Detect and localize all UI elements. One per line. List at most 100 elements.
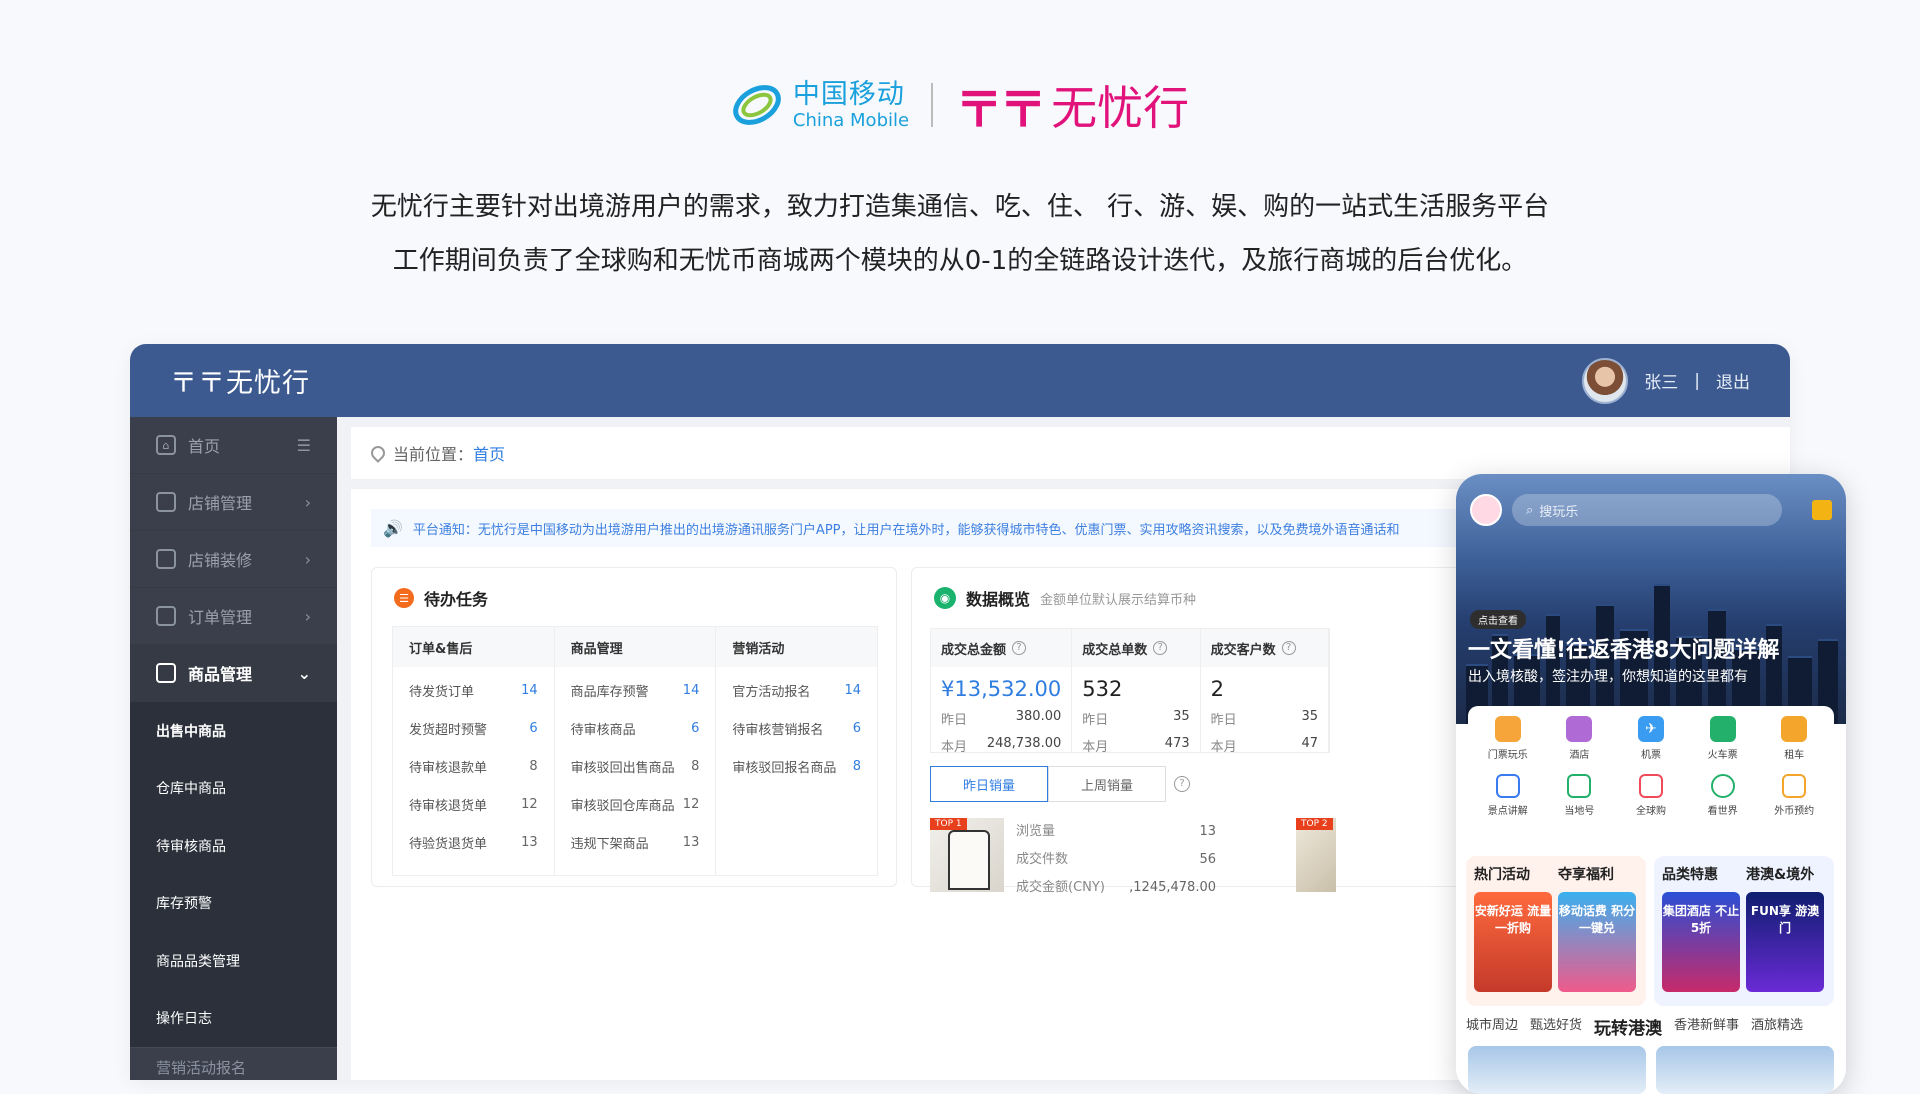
stat-sub-value: 47: [1301, 736, 1318, 751]
intro-header: 中国移动 China Mobile 〒〒 无忧行 无忧行主要针对出境游用户的需求…: [0, 0, 1920, 340]
help-icon[interactable]: ?: [1153, 641, 1168, 655]
service-label: 外币预约: [1774, 805, 1815, 817]
intro-line-1: 无忧行主要针对出境游用户的需求，致力打造集通信、吃、住、 行、游、娱、购的一站式…: [370, 192, 1550, 222]
avatar[interactable]: [1582, 357, 1629, 404]
service-car[interactable]: 租车: [1758, 716, 1830, 774]
product-image-2[interactable]: TOP 2: [1296, 818, 1336, 892]
tab-hotel-travel[interactable]: 酒旅精选: [1751, 1014, 1803, 1039]
stat-head-label: 成交总金额: [941, 642, 1007, 658]
todo-row[interactable]: 待审核退款单 8: [393, 747, 554, 785]
stat-value: ¥13,532.00: [941, 677, 1062, 701]
promo-image[interactable]: 移动话费 积分一键兑: [1558, 892, 1636, 992]
hero-banner[interactable]: ⌕ 搜玩乐 点击查看 一文看懂!往返香港8大问题详解 出入境核酸，签注办理，你想…: [1456, 474, 1846, 724]
top-product[interactable]: TOP 1 浏览量 13 成交件数 56 成交金额(CNY) ,1245,478.00: [930, 818, 1216, 902]
todo-row-label: 商品库存预警: [570, 684, 649, 700]
todo-row[interactable]: 待发货订单 14: [393, 671, 554, 709]
sidebar-sub-category[interactable]: 商品品类管理: [130, 932, 337, 990]
feed-card[interactable]: [1656, 1046, 1834, 1094]
tab-goods[interactable]: 甄选好货: [1530, 1014, 1582, 1039]
sidebar-item-shop[interactable]: 店铺管理 ›: [130, 474, 337, 531]
product-amount: ,1245,478.00: [1129, 880, 1216, 895]
hero-tag[interactable]: 点击查看: [1470, 610, 1526, 629]
notice-text: 平台通知：无忧行是中国移动为出境游用户推出的出境游通讯服务门户APP，让用户在境…: [412, 522, 1400, 538]
sidebar-sub-stock-alert[interactable]: 库存预警: [130, 874, 337, 932]
todo-row[interactable]: 待验货退货单 13: [393, 823, 554, 861]
todo-row-label: 发货超时预警: [409, 722, 488, 738]
tab-yesterday-sales[interactable]: 昨日销量: [930, 766, 1048, 802]
todo-row-label: 审核驳回报名商品: [732, 760, 837, 776]
service-ticket[interactable]: 门票玩乐: [1472, 716, 1544, 774]
tab-city[interactable]: 城市周边: [1466, 1014, 1518, 1039]
help-icon[interactable]: ?: [1012, 641, 1027, 655]
home-icon: ⌂: [156, 435, 176, 455]
breadcrumb-home-link[interactable]: 首页: [473, 441, 505, 465]
sidebar-sub-log[interactable]: 操作日志: [130, 989, 337, 1047]
sidebar-item-decor[interactable]: 店铺装修 ›: [130, 531, 337, 588]
logo-divider: [931, 83, 934, 127]
sidebar-item-label: 订单管理: [188, 608, 253, 627]
sidebar-item-home[interactable]: ⌂ 首页 ☰: [130, 417, 337, 474]
promo-image[interactable]: 集团酒店 不止5折: [1662, 892, 1740, 992]
todo-row[interactable]: 违规下架商品 13: [555, 823, 716, 861]
collapse-menu-icon[interactable]: ☰: [297, 436, 311, 455]
app-logo[interactable]: 〒〒无忧行: [170, 361, 310, 400]
todo-row[interactable]: 官方活动报名 14: [716, 671, 877, 709]
service-train[interactable]: 火车票: [1687, 716, 1759, 774]
promo-image[interactable]: FUN享 游澳门: [1746, 892, 1824, 992]
todo-row[interactable]: 待审核营销报名 6: [716, 709, 877, 747]
todo-row[interactable]: 审核驳回报名商品 8: [716, 747, 877, 785]
service-hotel[interactable]: 酒店: [1544, 716, 1616, 774]
phone-search-input[interactable]: ⌕ 搜玩乐: [1512, 494, 1782, 526]
todo-title: 待办任务: [424, 590, 489, 609]
promo-right[interactable]: 品类特惠 港澳&境外 集团酒店 不止5折 FUN享 游澳门: [1654, 856, 1834, 1006]
sidebar-sub-warehouse[interactable]: 仓库中商品: [130, 759, 337, 817]
tab-hk-macau[interactable]: 玩转港澳: [1594, 1014, 1662, 1039]
sidebar-item-orders[interactable]: 订单管理 ›: [130, 588, 337, 645]
service-global-shop[interactable]: 全球购: [1615, 773, 1687, 832]
intro-text: 无忧行主要针对出境游用户的需求，致力打造集通信、吃、住、 行、游、娱、购的一站式…: [0, 180, 1920, 288]
promo-image[interactable]: 安新好运 流量一折购: [1474, 892, 1552, 992]
train-icon: [1709, 716, 1736, 742]
todo-row-count: 12: [682, 796, 700, 812]
logout-link[interactable]: 退出: [1716, 368, 1750, 393]
tab-lastweek-sales[interactable]: 上周销量: [1048, 766, 1166, 802]
service-world[interactable]: 看世界: [1687, 773, 1759, 832]
service-label: 全球购: [1635, 805, 1666, 817]
todo-row[interactable]: 审核驳回出售商品 8: [555, 747, 716, 785]
sidebar-item-marketing[interactable]: 营销活动报名: [130, 1047, 337, 1080]
help-icon[interactable]: ?: [1281, 641, 1296, 655]
service-guide[interactable]: 景点讲解: [1472, 773, 1544, 832]
todo-row-label: 待审核退款单: [409, 760, 488, 776]
stat-customers: 成交客户数? 2 昨日 35 本月 47: [1200, 629, 1329, 755]
sidebar-sub-onsale[interactable]: 出售中商品: [130, 702, 337, 760]
service-flight[interactable]: ✈ 机票: [1615, 716, 1687, 774]
stat-sub-value: 473: [1164, 736, 1190, 751]
feed-thumbnails: [1468, 1046, 1834, 1094]
service-sim[interactable]: 当地号: [1544, 773, 1616, 832]
todo-row[interactable]: 商品库存预警 14: [555, 671, 716, 709]
feed-card[interactable]: [1468, 1046, 1646, 1094]
chevron-right-icon: ›: [304, 549, 311, 569]
todo-row[interactable]: 待审核商品 6: [555, 709, 716, 747]
eye-icon: [1710, 773, 1735, 798]
stat-sub-label: 本月: [941, 740, 968, 755]
sim-icon: [1567, 773, 1592, 798]
help-icon[interactable]: ?: [1174, 776, 1190, 792]
sidebar-item-goods[interactable]: 商品管理 ⌄: [130, 645, 337, 702]
tab-hk-news[interactable]: 香港新鲜事: [1674, 1014, 1739, 1039]
username[interactable]: 张三: [1644, 368, 1678, 393]
user-avatar[interactable]: [1470, 494, 1502, 526]
gift-icon[interactable]: [1812, 500, 1832, 520]
todo-row[interactable]: 审核驳回仓库商品 12: [555, 785, 716, 823]
sidebar-sub-pending[interactable]: 待审核商品: [130, 817, 337, 875]
todo-row-count: 8: [529, 758, 538, 774]
stat-sub-label: 本月: [1082, 740, 1109, 755]
todo-column-head: 营销活动: [716, 627, 878, 667]
todo-row[interactable]: 发货超时预警 6: [393, 709, 554, 747]
todo-row-label: 待审核退货单: [409, 798, 488, 814]
todo-row[interactable]: 待审核退货单 12: [393, 785, 554, 823]
todo-column-goods: 商品管理 商品库存预警 14 待审核商品 6 审核驳回出售商品 8 审核驳回仓库商品 1…: [554, 627, 717, 875]
todo-row-count: 13: [521, 834, 538, 850]
promo-left[interactable]: 热门活动 夺享福利 安新好运 流量一折购 移动话费 积分一键兑: [1466, 856, 1646, 1006]
service-currency[interactable]: 外币预约: [1758, 773, 1830, 832]
